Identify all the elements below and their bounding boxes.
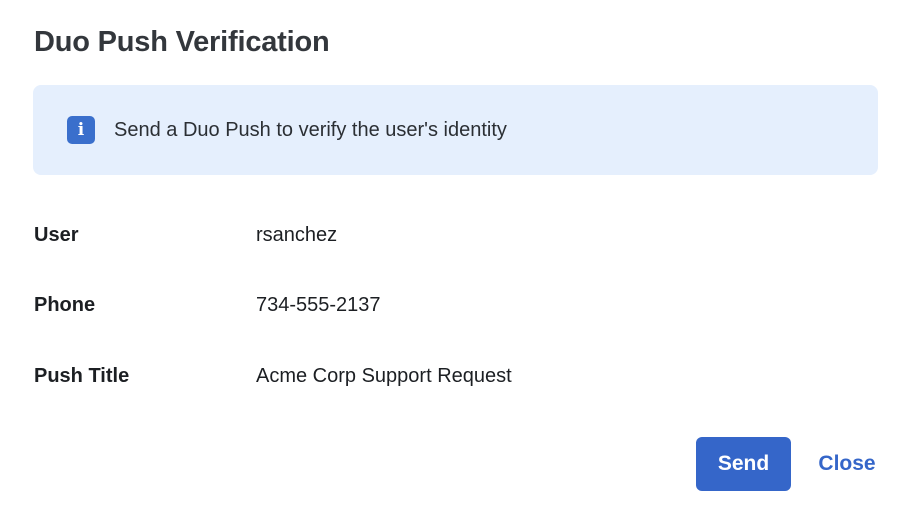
close-button[interactable]: Close (808, 437, 886, 491)
user-value: rsanchez (256, 224, 338, 246)
duo-push-dialog: Duo Push Verification i Send a Duo Push … (0, 0, 910, 522)
push-title-value: Acme Corp Support Request (256, 365, 512, 387)
phone-field-row: Phone 734-555-2137 (34, 294, 854, 317)
info-message: Send a Duo Push to verify the user's ide… (114, 118, 507, 141)
dialog-title: Duo Push Verification (34, 26, 330, 58)
info-icon: i (67, 116, 95, 144)
phone-value: 734-555-2137 (256, 294, 381, 316)
info-banner: i Send a Duo Push to verify the user's i… (33, 85, 878, 175)
user-field-row: User rsanchez (34, 224, 854, 247)
phone-label: Phone (34, 294, 96, 316)
user-label: User (34, 224, 79, 246)
send-button[interactable]: Send (696, 437, 791, 491)
push-title-label: Push Title (34, 365, 130, 387)
push-title-field-row: Push Title Acme Corp Support Request (34, 365, 854, 388)
